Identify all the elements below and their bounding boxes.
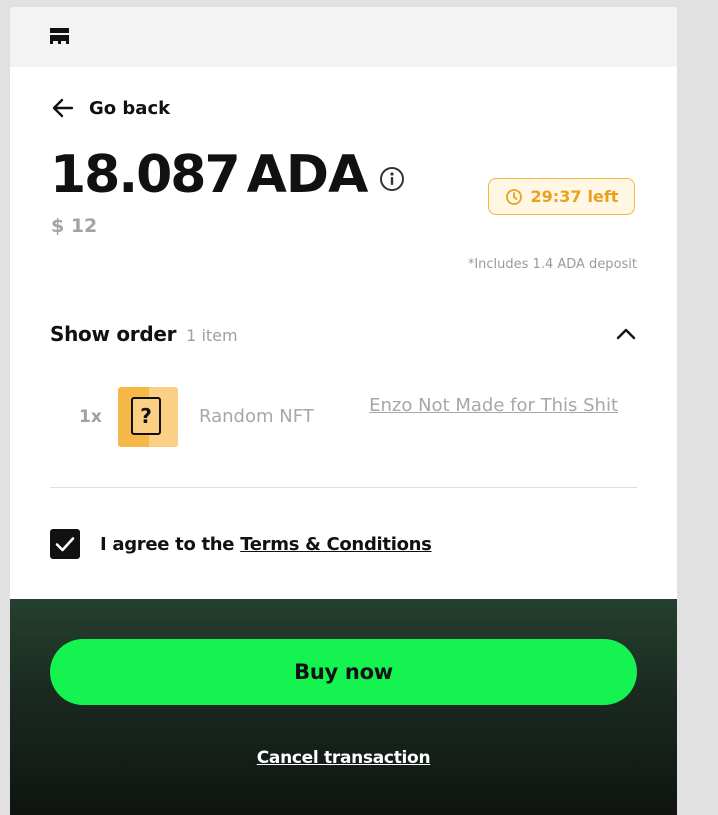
deposit-note: *Includes 1.4 ADA deposit [467,257,637,272]
action-footer: Buy now Cancel transaction [10,599,677,815]
agreement-prefix: I agree to the [100,533,241,555]
order-title: Show order [50,322,177,346]
info-icon[interactable] [379,166,405,192]
price-total: 18.087 ADA [50,145,405,205]
terms-checkbox[interactable] [50,529,80,559]
order-count: 1 item [186,326,238,345]
arrow-left-icon [52,98,74,118]
countdown-suffix: left [587,187,619,206]
terms-agreement: I agree to the Terms & Conditions [50,529,432,559]
checkout-card: Go back 18.087 ADA $ 12 29:37 left *Incl… [10,7,677,815]
top-bar [10,7,677,67]
item-name: Random NFT [199,406,314,427]
buy-now-button[interactable]: Buy now [50,639,637,705]
go-back-label: Go back [89,97,171,119]
countdown-badge: 29:37 left [488,178,635,215]
show-order-toggle[interactable]: Show order 1 item [50,319,637,349]
price-currency: ADA [246,145,369,205]
price-usd: $ 12 [51,215,98,237]
order-item: 1x ? Random NFT Enzo Not Made for This S… [50,387,637,447]
countdown-time: 29:37 [530,187,582,206]
chevron-up-icon[interactable] [615,323,637,345]
brand-logo-icon [50,28,69,44]
divider [50,487,637,488]
go-back-link[interactable]: Go back [50,95,170,121]
agreement-text: I agree to the Terms & Conditions [100,534,432,555]
item-quantity: 1x [79,407,102,427]
collection-link[interactable]: Enzo Not Made for This Shit [357,391,618,421]
price-amount: 18.087 [50,145,241,205]
question-mark-icon: ? [131,397,161,435]
cancel-transaction-link[interactable]: Cancel transaction [10,748,677,768]
clock-icon [505,188,522,205]
nft-thumbnail: ? [118,387,178,447]
terms-link[interactable]: Terms & Conditions [240,534,432,555]
checkmark-icon [55,537,75,552]
